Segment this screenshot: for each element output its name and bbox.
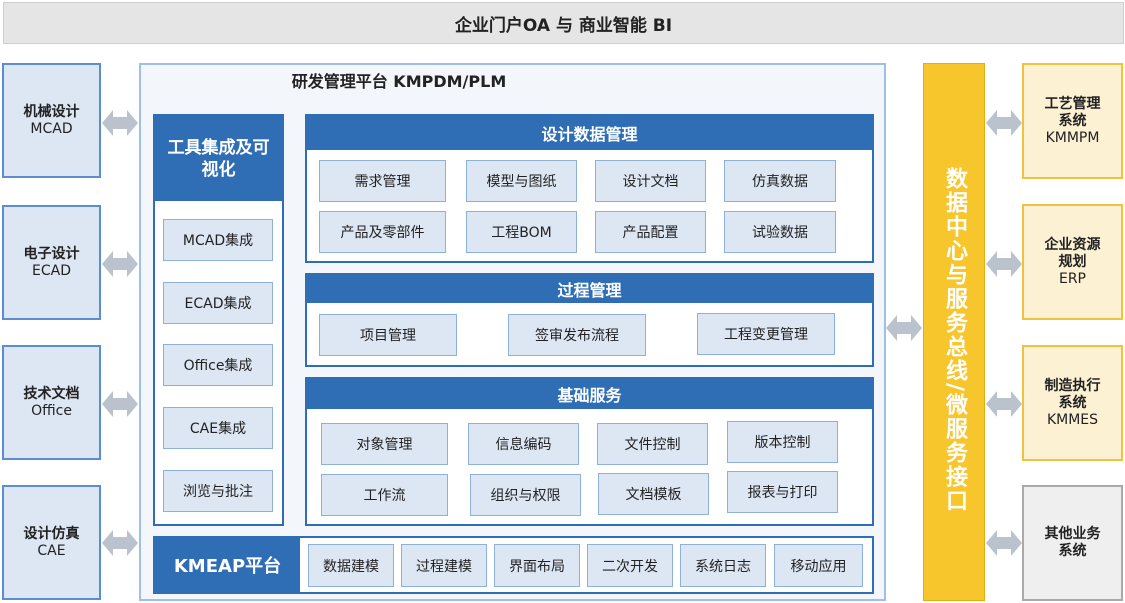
portal-bi-label: 企业门户OA 与 商业智能 BI bbox=[454, 15, 673, 36]
double-arrow-icon bbox=[102, 389, 138, 419]
design-data-item: 需求管理 bbox=[319, 160, 446, 202]
right-system-name: 企业资源规划 bbox=[1044, 236, 1101, 270]
tool-item: CAE集成 bbox=[163, 407, 273, 449]
double-arrow-icon bbox=[102, 108, 138, 138]
right-system-other: 其他业务系统 bbox=[1022, 485, 1123, 601]
right-system-code: KMMPM bbox=[1045, 129, 1100, 146]
right-system-erp: 企业资源规划 ERP bbox=[1022, 204, 1123, 320]
base-service-item: 组织与权限 bbox=[470, 474, 581, 516]
base-services-title: 基础服务 bbox=[307, 379, 872, 409]
right-system-code: KMMES bbox=[1046, 411, 1099, 428]
design-data-item: 设计文档 bbox=[595, 160, 706, 202]
left-system-ecad: 电子设计 ECAD bbox=[2, 205, 101, 320]
right-system-kmmes: 制造执行系统 KMMES bbox=[1022, 345, 1123, 461]
left-system-name: 技术文档 bbox=[23, 385, 80, 402]
left-system-name: 设计仿真 bbox=[23, 525, 80, 542]
right-system-name: 其他业务系统 bbox=[1044, 526, 1101, 559]
design-data-item: 仿真数据 bbox=[724, 160, 836, 202]
design-data-item: 试验数据 bbox=[724, 211, 836, 253]
kmeap-item: 过程建模 bbox=[401, 544, 487, 587]
base-service-item: 信息编码 bbox=[468, 423, 579, 465]
left-system-name: 电子设计 bbox=[23, 245, 80, 262]
tools-panel-title: 工具集成及可视化 bbox=[155, 116, 282, 201]
left-system-code: MCAD bbox=[30, 120, 73, 137]
kmeap-item: 移动应用 bbox=[774, 544, 863, 587]
double-arrow-icon bbox=[986, 389, 1022, 419]
portal-bi-banner: 企业门户OA 与 商业智能 BI bbox=[3, 2, 1124, 44]
left-system-code: ECAD bbox=[32, 262, 71, 279]
left-system-code: Office bbox=[31, 402, 72, 419]
double-arrow-icon bbox=[102, 528, 138, 558]
base-service-item: 工作流 bbox=[321, 474, 448, 516]
process-item: 工程变更管理 bbox=[697, 313, 835, 355]
tool-item: ECAD集成 bbox=[163, 282, 273, 324]
process-item: 签审发布流程 bbox=[508, 314, 646, 356]
base-service-item: 文件控制 bbox=[597, 423, 708, 465]
service-bus-label: 数据中心与服务总线/微服务接口 bbox=[942, 166, 967, 514]
tool-item: MCAD集成 bbox=[163, 219, 273, 261]
process-title: 过程管理 bbox=[307, 275, 872, 303]
base-service-item: 文档模板 bbox=[598, 473, 709, 515]
right-system-kmmpm: 工艺管理系统 KMMPM bbox=[1022, 63, 1123, 179]
tool-item: 浏览与批注 bbox=[163, 470, 273, 512]
double-arrow-icon bbox=[986, 528, 1022, 558]
design-data-title: 设计数据管理 bbox=[307, 116, 872, 150]
double-arrow-icon bbox=[886, 313, 922, 343]
base-service-item: 对象管理 bbox=[321, 423, 448, 465]
design-data-item: 产品及零部件 bbox=[319, 211, 446, 253]
left-system-name: 机械设计 bbox=[23, 103, 80, 120]
left-system-office: 技术文档 Office bbox=[2, 345, 101, 460]
double-arrow-icon bbox=[986, 249, 1022, 279]
kmeap-title: KMEAP平台 bbox=[155, 538, 300, 592]
process-item: 项目管理 bbox=[319, 314, 457, 356]
right-system-name: 制造执行系统 bbox=[1044, 377, 1101, 411]
left-system-mcad: 机械设计 MCAD bbox=[2, 63, 101, 178]
kmeap-item: 系统日志 bbox=[680, 544, 766, 587]
kmeap-item: 二次开发 bbox=[587, 544, 673, 587]
right-system-name: 工艺管理系统 bbox=[1044, 95, 1101, 129]
double-arrow-icon bbox=[102, 249, 138, 279]
design-data-item: 工程BOM bbox=[466, 211, 577, 253]
tool-item: Office集成 bbox=[163, 344, 273, 386]
base-service-item: 报表与打印 bbox=[727, 471, 838, 513]
design-data-item: 产品配置 bbox=[595, 211, 706, 253]
right-system-code: ERP bbox=[1058, 270, 1086, 287]
design-data-item: 模型与图纸 bbox=[466, 160, 577, 202]
kmeap-item: 界面布局 bbox=[494, 544, 580, 587]
left-system-code: CAE bbox=[37, 542, 66, 559]
double-arrow-icon bbox=[986, 108, 1022, 138]
left-system-cae: 设计仿真 CAE bbox=[2, 485, 101, 600]
platform-title: 研发管理平台 KMPDM/PLM bbox=[291, 72, 507, 91]
kmeap-item: 数据建模 bbox=[308, 544, 394, 587]
base-service-item: 版本控制 bbox=[727, 421, 838, 463]
